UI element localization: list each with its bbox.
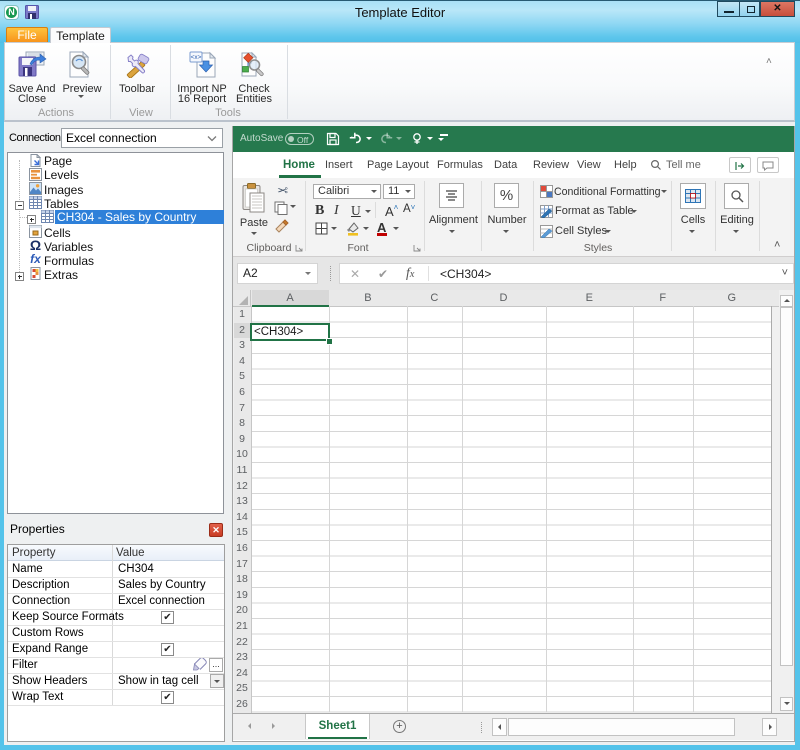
svg-text:<x>: <x> — [191, 54, 202, 61]
